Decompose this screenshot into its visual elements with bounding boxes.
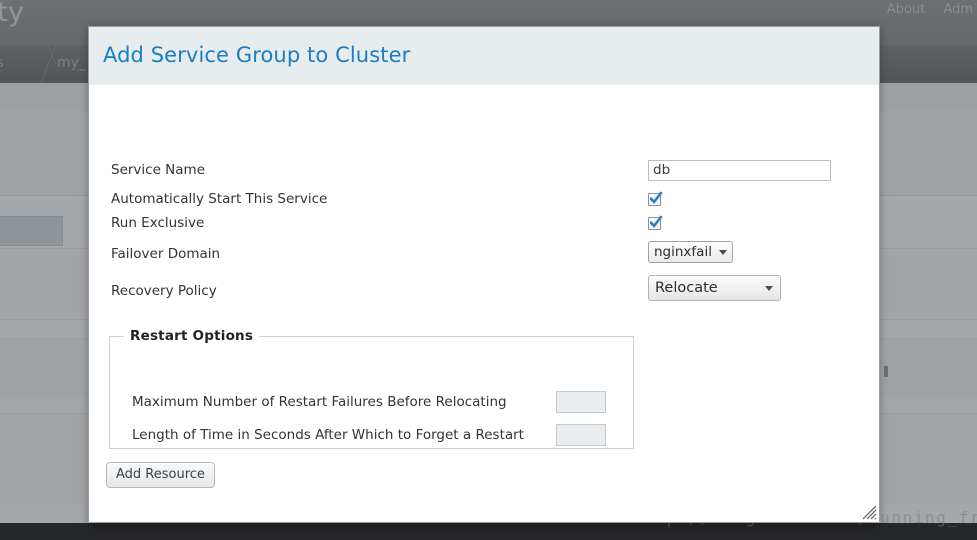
add-service-group-dialog: Add Service Group to Cluster Service Nam… — [88, 26, 880, 523]
checkmark-icon — [649, 215, 663, 228]
dialog-title: Add Service Group to Cluster — [103, 43, 411, 67]
recovery-policy-selected-value: Relocate — [655, 280, 718, 296]
failover-domain-selected-value: nginxfail — [654, 244, 712, 260]
dialog-title-bar: Add Service Group to Cluster — [89, 27, 879, 85]
label-failover-domain: Failover Domain — [111, 246, 221, 262]
app-footer-bar — [0, 523, 977, 540]
restart-options-fieldset: Restart Options Maximum Number of Restar… — [109, 328, 634, 449]
label-recovery-policy: Recovery Policy — [111, 283, 217, 299]
recovery-policy-select[interactable]: Relocate — [648, 275, 781, 301]
chevron-down-icon — [718, 250, 727, 255]
add-resource-button[interactable]: Add Resource — [106, 462, 215, 488]
label-max-restart-failures: Maximum Number of Restart Failures Befor… — [132, 394, 507, 410]
label-forget-restart-time: Length of Time in Seconds After Which to… — [132, 427, 524, 443]
max-restart-failures-input[interactable] — [556, 391, 606, 413]
restart-options-legend: Restart Options — [124, 328, 260, 344]
forget-restart-time-input[interactable] — [556, 424, 606, 446]
resize-grip-icon — [862, 505, 877, 520]
auto-start-checkbox[interactable] — [648, 191, 663, 206]
label-run-exclusive: Run Exclusive — [111, 215, 205, 231]
failover-domain-select[interactable]: nginxfail — [648, 241, 733, 263]
label-auto-start: Automatically Start This Service — [111, 191, 328, 207]
run-exclusive-checkbox[interactable] — [648, 215, 663, 230]
chevron-down-icon — [765, 286, 773, 291]
label-service-name: Service Name — [111, 162, 206, 178]
dialog-resize-grip[interactable] — [862, 505, 877, 520]
service-name-input[interactable] — [648, 159, 831, 181]
dialog-body: Service Name Automatically Start This Se… — [89, 85, 879, 522]
checkmark-icon — [649, 191, 663, 204]
